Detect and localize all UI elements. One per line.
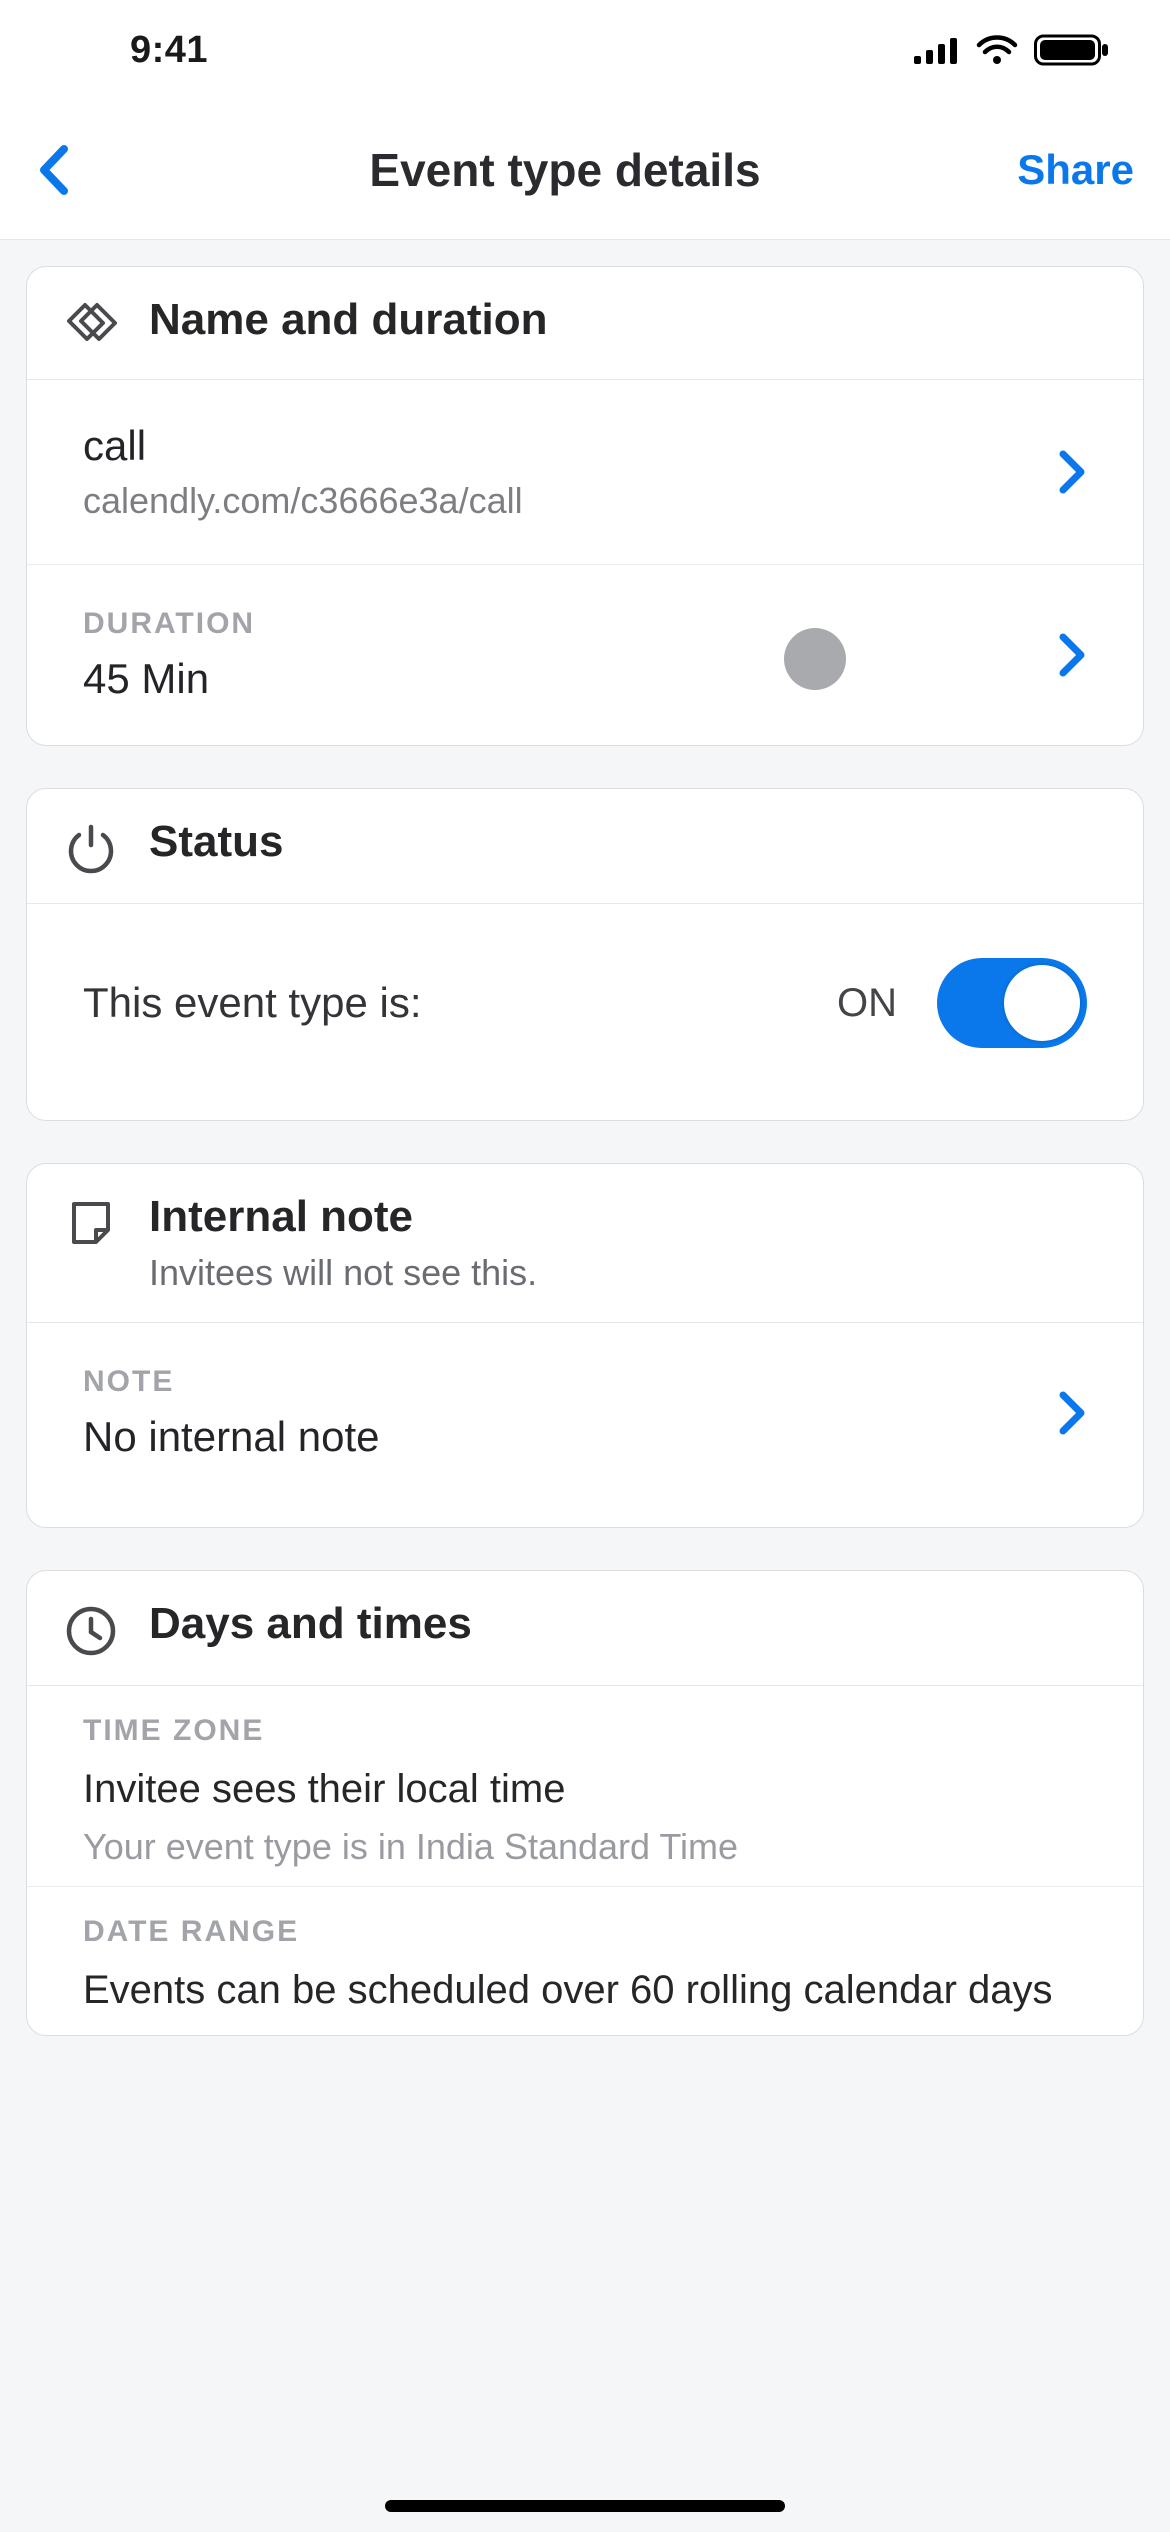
note-value: No internal note	[83, 1413, 1027, 1461]
clock-icon	[63, 1599, 119, 1657]
status-label: This event type is:	[83, 979, 837, 1027]
card-title: Internal note	[149, 1192, 537, 1242]
chevron-right-icon	[1027, 631, 1087, 679]
card-title: Status	[149, 817, 283, 867]
battery-icon	[1034, 33, 1110, 67]
note-label: NOTE	[83, 1365, 1027, 1399]
tag-icon	[63, 295, 119, 351]
share-button[interactable]: Share	[974, 146, 1134, 194]
duration-label: DURATION	[83, 607, 1027, 641]
status-bar: 9:41	[0, 0, 1170, 100]
duration-value: 45 Min	[83, 655, 1027, 703]
row-daterange[interactable]: DATE RANGE Events can be scheduled over …	[27, 1886, 1143, 2035]
daterange-value: Events can be scheduled over 60 rolling …	[83, 1963, 1087, 2017]
power-icon	[63, 817, 119, 875]
cellular-signal-icon	[914, 36, 960, 64]
status-state-text: ON	[837, 981, 897, 1026]
card-name-duration: Name and duration call calendly.com/c366…	[26, 266, 1144, 746]
row-status: This event type is: ON	[27, 904, 1143, 1120]
timezone-sub: Your event type is in India Standard Tim…	[83, 1826, 1087, 1868]
card-subtitle: Invitees will not see this.	[149, 1252, 537, 1294]
row-duration[interactable]: DURATION 45 Min	[27, 564, 1143, 745]
card-header-note: Internal note Invitees will not see this…	[27, 1164, 1143, 1323]
card-header-name: Name and duration	[27, 267, 1143, 380]
card-internal-note: Internal note Invitees will not see this…	[26, 1163, 1144, 1528]
row-event-name[interactable]: call calendly.com/c3666e3a/call	[27, 380, 1143, 564]
page-title: Event type details	[156, 143, 974, 197]
wifi-icon	[976, 35, 1018, 65]
home-indicator[interactable]	[385, 2500, 785, 2512]
daterange-label: DATE RANGE	[83, 1915, 1087, 1949]
note-icon	[63, 1192, 119, 1248]
timezone-label: TIME ZONE	[83, 1714, 1087, 1748]
row-note[interactable]: NOTE No internal note	[27, 1323, 1143, 1527]
back-button[interactable]	[36, 143, 156, 197]
chevron-right-icon	[1027, 448, 1087, 496]
card-status: Status This event type is: ON	[26, 788, 1144, 1121]
row-timezone[interactable]: TIME ZONE Invitee sees their local time …	[27, 1686, 1143, 1886]
status-time: 9:41	[130, 29, 208, 72]
status-toggle[interactable]	[937, 958, 1087, 1048]
card-days-times: Days and times TIME ZONE Invitee sees th…	[26, 1570, 1144, 2036]
content: Name and duration call calendly.com/c366…	[0, 240, 1170, 2062]
event-name: call	[83, 422, 1027, 470]
touch-indicator-dot	[784, 628, 846, 690]
navigation-bar: Event type details Share	[0, 100, 1170, 240]
timezone-value: Invitee sees their local time	[83, 1762, 1087, 1816]
chevron-right-icon	[1027, 1389, 1087, 1437]
card-header-status: Status	[27, 789, 1143, 904]
status-indicators	[914, 33, 1110, 67]
card-title: Name and duration	[149, 295, 548, 345]
event-url: calendly.com/c3666e3a/call	[83, 480, 1027, 522]
card-header-days: Days and times	[27, 1571, 1143, 1686]
card-title: Days and times	[149, 1599, 472, 1649]
